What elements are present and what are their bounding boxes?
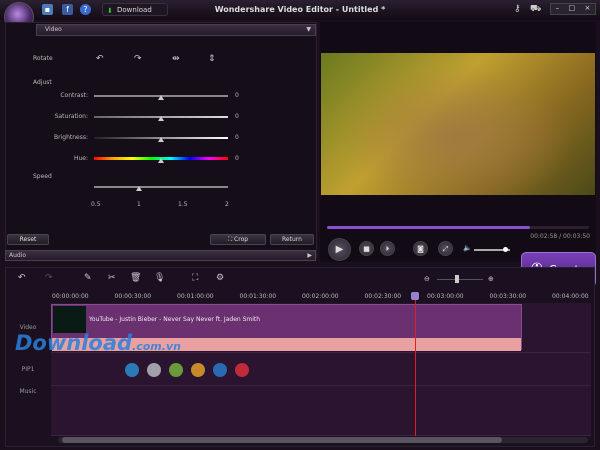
hue-label: Hue: [73,155,88,162]
volume-slider[interactable] [474,247,510,252]
rotate-right-icon[interactable]: ↷ [134,54,142,64]
playhead-line [415,300,416,436]
playback-progress-bar[interactable] [327,226,589,229]
speed-label: Speed [33,173,52,180]
ruler-tick-label: 00:00:00:00 [52,293,89,300]
play-button[interactable]: ▶ [328,238,351,261]
rotate-left-icon[interactable]: ↶ [96,54,104,64]
zoom-slider[interactable] [437,279,483,280]
dropdown-icon: ▼ [306,26,311,33]
redo-icon[interactable]: ↷ [45,273,53,283]
cut-icon[interactable]: ✂ [108,273,116,283]
contrast-value: 0 [235,92,239,99]
flip-horizontal-icon[interactable]: ⇹ [172,54,180,64]
timeline-scrollbar[interactable] [58,437,588,443]
speed-tick: 1.5 [178,201,188,208]
ruler-tick-label: 00:02:00:00 [302,293,339,300]
hue-thumb[interactable] [158,158,164,163]
speed-slider[interactable] [94,186,228,188]
track-label-pip: PIP1 [21,366,35,373]
rotate-label: Rotate [33,55,53,62]
section-label: Video [45,26,62,33]
speed-tick: 1 [137,201,141,208]
zoom-out-icon[interactable]: ⊖ [424,275,430,283]
minimize-icon[interactable]: – [556,4,560,14]
track-label-video: Video [19,324,37,331]
time-display: 00:02:58 / 00:03:50 [530,233,590,240]
maximize-icon[interactable]: □ [568,4,575,14]
video-section-header[interactable]: Video ▼ [36,24,316,36]
track-label-music: Music [19,388,37,395]
stop-button[interactable]: ■ [359,241,374,256]
hue-value: 0 [235,155,239,162]
speed-thumb[interactable] [136,186,142,191]
ruler-tick-label: 00:01:00:00 [177,293,214,300]
ruler-tick-label: 00:02:30:00 [364,293,402,300]
ruler-tick-label: 00:03:30:00 [489,293,527,300]
expand-icon: ▶ [307,252,312,259]
ruler-tick-label: 00:04:00:00 [552,293,589,300]
clip-title: YouTube - Justin Bieber - Never Say Neve… [89,316,261,323]
ruler-tick-label: 00:00:30:00 [114,293,152,300]
audio-label: Audio [9,252,27,259]
next-frame-button[interactable]: ⏵ [380,241,395,256]
pip-color-dot[interactable] [191,363,205,377]
pip-color-dot[interactable] [213,363,227,377]
window-title: Wondershare Video Editor - Untitled * [214,5,386,14]
zoom-in-icon[interactable]: ⊕ [488,275,494,283]
crop-button[interactable]: ⛶ Crop [210,234,266,245]
playhead-handle[interactable] [411,292,419,300]
scrollbar-thumb[interactable] [62,437,502,443]
close-icon[interactable]: × [584,4,590,14]
ruler-tick-label: 00:03:00:00 [427,293,464,300]
microphone-icon[interactable]: 🎙 [154,273,165,283]
brightness-value: 0 [235,134,239,141]
brightness-thumb[interactable] [158,137,164,142]
snapshot-button[interactable]: ◙ [413,241,428,256]
window-controls: – □ × [550,3,596,15]
adjust-label: Adjust [33,79,52,86]
saturation-thumb[interactable] [158,116,164,121]
speed-tick: 2 [225,201,229,208]
fullscreen-button[interactable]: ⤢ [438,241,453,256]
edit-icon[interactable]: ✎ [84,273,92,283]
pip-color-dot[interactable] [169,363,183,377]
undo-icon[interactable]: ↶ [18,273,26,283]
contrast-thumb[interactable] [158,95,164,100]
music-track [51,386,591,436]
brightness-label: Brightness: [54,134,88,141]
ruler-tick-label: 00:01:30:00 [239,293,277,300]
volume-icon: 🔈 [463,244,472,252]
clip-thumbnail [53,306,86,333]
delete-icon[interactable]: 🗑 [130,273,141,283]
cart-icon[interactable]: ⛟ [530,4,541,15]
pip-color-dot[interactable] [147,363,161,377]
return-button[interactable]: Return [270,234,314,245]
audio-section-header[interactable]: Audio ▶ [5,250,316,261]
reset-button[interactable]: Reset [7,234,49,245]
flip-vertical-icon[interactable]: ⇕ [208,54,216,64]
speed-tick: 0.5 [91,201,101,208]
pip-color-dot[interactable] [125,363,139,377]
fit-screen-icon[interactable]: ⛶ [192,273,198,283]
crop-label: Crop [234,236,249,243]
saturation-label: Saturation: [54,113,88,120]
key-icon[interactable]: ⚷ [514,4,521,14]
zoom-thumb[interactable] [455,275,459,283]
video-preview-image [321,53,595,195]
contrast-label: Contrast: [60,92,88,99]
settings-icon[interactable]: ⚙ [216,273,224,283]
saturation-value: 0 [235,113,239,120]
pip-color-dot[interactable] [235,363,249,377]
watermark-logo: Download.com.vn [15,331,181,355]
